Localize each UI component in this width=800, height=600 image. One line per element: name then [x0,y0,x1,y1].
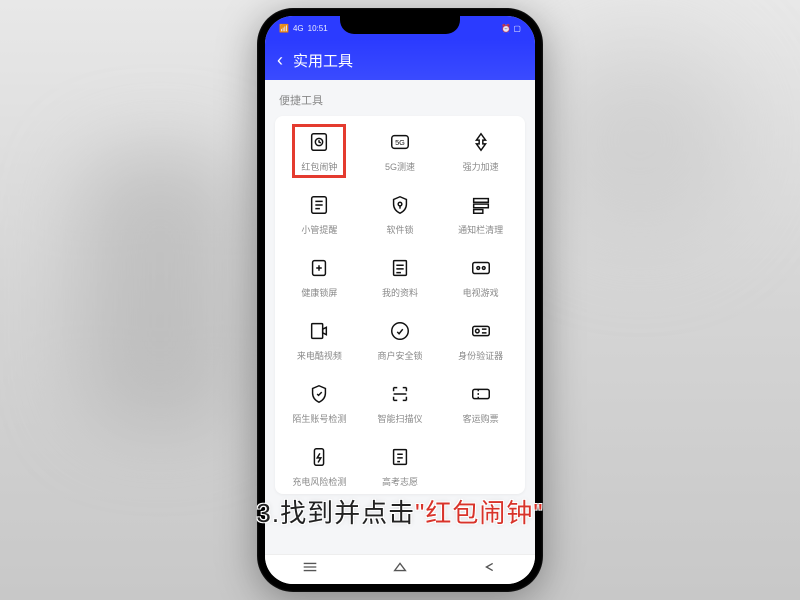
network-label: 4G [293,24,304,33]
tool-label: 5G测速 [385,160,415,173]
tool-ticket[interactable]: 客运购票 [442,382,519,425]
tv-game-icon [469,256,493,280]
tool-label: 陌生账号检测 [292,412,346,425]
tool-redpacket-alarm[interactable]: 红包闹钟 [281,130,358,173]
tool-label: 高考志愿 [382,475,418,488]
tool-label: 健康锁屏 [301,286,337,299]
tool-label: 强力加速 [463,160,499,173]
tool-5g[interactable]: 5G 5G测速 [362,130,439,173]
phone-frame: 📶 4G 10:51 ⏰ ▢ ‹ 实用工具 便捷工具 红包闹钟 5G 5G测速 强力加… [257,8,543,592]
content-area[interactable]: 便捷工具 红包闹钟 5G 5G测速 强力加速小管提醒 软件锁 通知栏清理健康锁屏 我的资料 电… [265,80,535,554]
tool-notif-clean[interactable]: 通知栏清理 [442,193,519,236]
scanner-icon [388,382,412,406]
tool-label: 小管提醒 [301,223,337,236]
nav-home-button[interactable] [391,560,409,579]
tool-lock[interactable]: 软件锁 [362,193,439,236]
tool-charge-risk[interactable]: 充电风险检测 [281,445,358,488]
tool-label: 充电风险检测 [292,475,346,488]
profile-icon [388,256,412,280]
ticket-icon [469,382,493,406]
id-verify-icon [469,319,493,343]
tools-grid: 红包闹钟 5G 5G测速 强力加速小管提醒 软件锁 通知栏清理健康锁屏 我的资料 电视游戏来电… [281,130,519,488]
notif-clean-icon [469,193,493,217]
tool-label: 我的资料 [382,286,418,299]
tool-boost[interactable]: 强力加速 [442,130,519,173]
tool-label: 商户安全锁 [377,349,422,362]
charge-risk-icon [307,445,331,469]
tool-label: 红包闹钟 [301,160,337,173]
svg-text:5G: 5G [395,138,405,147]
merchant-lock-icon [388,319,412,343]
account-detect-icon [307,382,331,406]
phone-screen: 📶 4G 10:51 ⏰ ▢ ‹ 实用工具 便捷工具 红包闹钟 5G 5G测速 强力加… [265,16,535,584]
tool-label: 来电酷视频 [297,349,342,362]
section-label: 便捷工具 [275,90,525,116]
lock-icon [388,193,412,217]
tool-account-detect[interactable]: 陌生账号检测 [281,382,358,425]
tool-tv-game[interactable]: 电视游戏 [442,256,519,299]
tool-id-verify[interactable]: 身份验证器 [442,319,519,362]
status-left: 📶 4G 10:51 [279,24,328,33]
tool-profile[interactable]: 我的资料 [362,256,439,299]
tool-label: 客运购票 [463,412,499,425]
tools-card: 红包闹钟 5G 5G测速 强力加速小管提醒 软件锁 通知栏清理健康锁屏 我的资料 电视游戏来电… [275,116,525,494]
redpacket-alarm-icon [307,130,331,154]
tool-label: 智能扫描仪 [377,412,422,425]
tool-scanner[interactable]: 智能扫描仪 [362,382,439,425]
tool-merchant-lock[interactable]: 商户安全锁 [362,319,439,362]
nav-back-button[interactable] [481,560,499,579]
tool-exam[interactable]: 高考志愿 [362,445,439,488]
exam-icon [388,445,412,469]
5g-icon: 5G [388,130,412,154]
tool-label: 软件锁 [386,223,413,236]
tool-health-lock[interactable]: 健康锁屏 [281,256,358,299]
tool-call-video[interactable]: 来电酷视频 [281,319,358,362]
notch [340,16,460,34]
reminder-icon [307,193,331,217]
nav-recent-button[interactable] [301,560,319,579]
system-nav-bar [265,554,535,584]
health-lock-icon [307,256,331,280]
tool-label: 身份验证器 [458,349,503,362]
back-button[interactable]: ‹ [277,50,283,71]
status-time: 10:51 [308,24,328,33]
status-right: ⏰ ▢ [501,24,521,33]
tool-label: 电视游戏 [463,286,499,299]
app-header: ‹ 实用工具 [265,40,535,80]
signal-icon: 📶 [279,24,289,33]
boost-icon [469,130,493,154]
page-title: 实用工具 [293,50,353,71]
tool-reminder[interactable]: 小管提醒 [281,193,358,236]
call-video-icon [307,319,331,343]
tool-label: 通知栏清理 [458,223,503,236]
alarm-battery-icons: ⏰ ▢ [501,24,521,33]
